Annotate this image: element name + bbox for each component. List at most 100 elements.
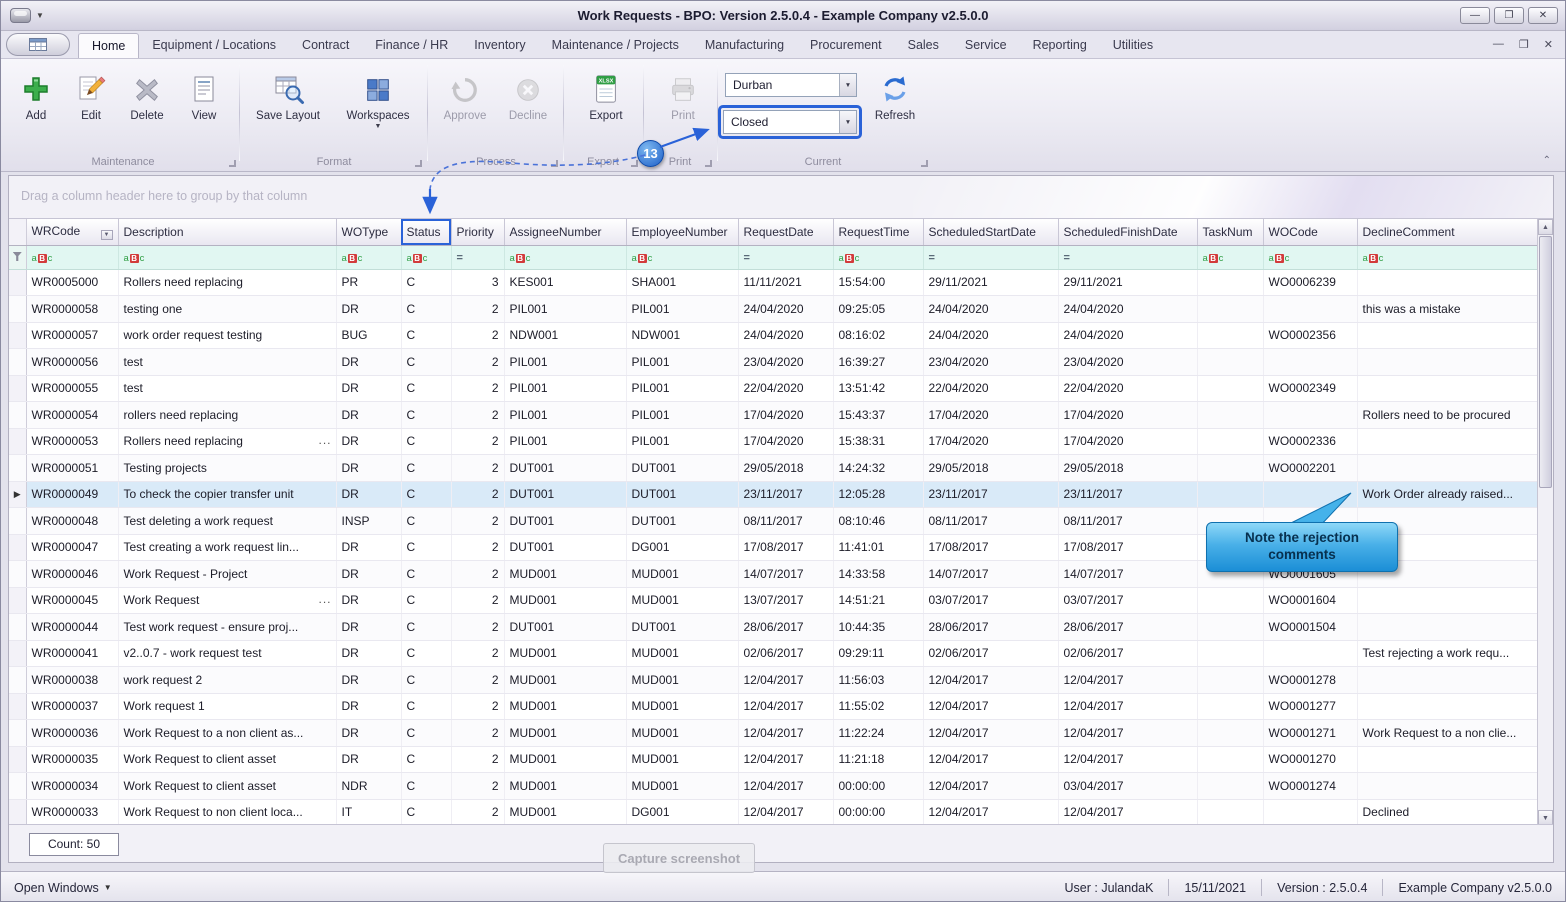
filter-cell-wotype[interactable]: aBc — [336, 245, 401, 269]
doc-close-icon[interactable]: ✕ — [1544, 38, 1553, 51]
column-header-requestdate[interactable]: RequestDate — [738, 219, 833, 245]
column-header-wocode[interactable]: WOCode — [1263, 219, 1357, 245]
column-header-wrcode[interactable]: WRCode▼ — [26, 219, 118, 245]
filter-cell-wrcode[interactable]: aBc — [26, 245, 118, 269]
group-launcher-icon[interactable] — [551, 160, 558, 167]
tab-maintenance-projects[interactable]: Maintenance / Projects — [539, 33, 692, 58]
vertical-scrollbar[interactable]: ▲ ▼ — [1537, 219, 1553, 826]
column-header-scheduledfinishdate[interactable]: ScheduledFinishDate — [1058, 219, 1197, 245]
filter-cell-wocode[interactable]: aBc — [1263, 245, 1357, 269]
column-header-scheduledstartdate[interactable]: ScheduledStartDate — [923, 219, 1058, 245]
tab-contract[interactable]: Contract — [289, 33, 362, 58]
view-button[interactable]: View — [179, 63, 229, 151]
print-button[interactable]: Print — [655, 63, 711, 151]
refresh-button[interactable]: Refresh — [867, 63, 923, 151]
tab-utilities[interactable]: Utilities — [1100, 33, 1166, 58]
open-windows-button[interactable]: Open Windows ▼ — [14, 881, 112, 895]
edit-button[interactable]: Edit — [67, 63, 115, 151]
table-row[interactable]: WR0005000Rollers need replacingPRC3KES00… — [9, 269, 1537, 296]
group-launcher-icon[interactable] — [705, 160, 712, 167]
table-row[interactable]: WR0000053Rollers need replacing...DRC2PI… — [9, 428, 1537, 455]
table-row[interactable]: WR0000035Work Request to client assetDRC… — [9, 746, 1537, 773]
approve-button[interactable]: Approve — [437, 63, 493, 151]
collapse-ribbon-icon[interactable]: ⌃ — [1543, 155, 1551, 166]
save-layout-button[interactable]: Save Layout — [249, 63, 327, 151]
filter-cell-scheduledfinishdate[interactable]: = — [1058, 245, 1197, 269]
table-row[interactable]: WR0000051Testing projectsDRC2DUT001DUT00… — [9, 455, 1537, 482]
statusbar-right: User : JulandaK15/11/2021Version : 2.5.0… — [1050, 872, 1566, 902]
filter-cell-employeenumber[interactable]: aBc — [626, 245, 738, 269]
scrollbar-thumb[interactable] — [1539, 236, 1552, 488]
filter-cell-status[interactable]: aBc — [401, 245, 451, 269]
filter-cell-description[interactable]: aBc — [118, 245, 336, 269]
group-by-band[interactable]: Drag a column header here to group by th… — [9, 176, 1553, 219]
capture-screenshot-button[interactable]: Capture screenshot — [603, 843, 755, 873]
table-row[interactable]: WR0000045Work Request...DRC2MUD001MUD001… — [9, 587, 1537, 614]
column-header-status[interactable]: Status — [401, 219, 451, 245]
table-row[interactable]: WR0000055testDRC2PIL001PIL00122/04/20201… — [9, 375, 1537, 402]
scroll-up-icon[interactable]: ▲ — [1538, 219, 1553, 235]
column-header-priority[interactable]: Priority — [451, 219, 504, 245]
group-launcher-icon[interactable] — [415, 160, 422, 167]
close-button[interactable]: ✕ — [1528, 7, 1558, 24]
memo-ellipsis[interactable]: ... — [318, 592, 331, 606]
delete-button[interactable]: Delete — [121, 63, 173, 151]
filter-cell-scheduledstartdate[interactable]: = — [923, 245, 1058, 269]
status-combobox[interactable]: Closed ▼ — [723, 110, 857, 134]
filter-cell-priority[interactable]: = — [451, 245, 504, 269]
site-combobox[interactable]: Durban ▼ — [725, 73, 857, 97]
tab-sales[interactable]: Sales — [895, 33, 952, 58]
group-launcher-icon[interactable] — [921, 160, 928, 167]
table-row[interactable]: WR0000056testDRC2PIL001PIL00123/04/20201… — [9, 349, 1537, 376]
tab-finance-hr[interactable]: Finance / HR — [362, 33, 461, 58]
export-button[interactable]: XLSX Export — [575, 63, 637, 151]
column-header-wotype[interactable]: WOType — [336, 219, 401, 245]
filter-caret-icon[interactable]: ▼ — [101, 230, 113, 240]
filter-cell-declinecomment[interactable]: aBc — [1357, 245, 1537, 269]
app-icon[interactable] — [10, 8, 31, 23]
table-row[interactable]: WR0000044Test work request - ensure proj… — [9, 614, 1537, 641]
minimize-button[interactable]: — — [1460, 7, 1490, 24]
filter-cell-assigneenumber[interactable]: aBc — [504, 245, 626, 269]
maximize-button[interactable]: ❐ — [1494, 7, 1524, 24]
group-launcher-icon[interactable] — [229, 160, 236, 167]
table-row[interactable]: WR0000054rollers need replacingDRC2PIL00… — [9, 402, 1537, 429]
doc-minimize-icon[interactable]: — — [1493, 38, 1504, 51]
tab-equipment-locations[interactable]: Equipment / Locations — [139, 33, 289, 58]
application-menu-button[interactable] — [6, 33, 70, 56]
tab-reporting[interactable]: Reporting — [1020, 33, 1100, 58]
table-row[interactable]: WR0000058testing oneDRC2PIL001PIL00124/0… — [9, 296, 1537, 323]
tab-service[interactable]: Service — [952, 33, 1020, 58]
doc-restore-icon[interactable]: ❐ — [1519, 38, 1529, 51]
filter-cell-requestdate[interactable]: = — [738, 245, 833, 269]
column-header-employeenumber[interactable]: EmployeeNumber — [626, 219, 738, 245]
tab-home[interactable]: Home — [78, 33, 139, 58]
workspaces-button[interactable]: Workspaces ▼ — [335, 63, 421, 151]
column-header-requesttime[interactable]: RequestTime — [833, 219, 923, 245]
workspaces-dropdown-icon[interactable]: ▼ — [375, 123, 382, 130]
table-row[interactable]: WR0000034Work Request to client assetNDR… — [9, 773, 1537, 800]
decline-button[interactable]: Decline — [499, 63, 557, 151]
table-row[interactable]: WR0000036Work Request to a non client as… — [9, 720, 1537, 747]
filter-cell-tasknum[interactable]: aBc — [1197, 245, 1263, 269]
filter-cell-requesttime[interactable]: aBc — [833, 245, 923, 269]
table-row[interactable]: WR0000041v2..0.7 - work request testDRC2… — [9, 640, 1537, 667]
qat-dropdown-icon[interactable]: ▼ — [36, 11, 44, 20]
status-combobox-dropdown-icon[interactable]: ▼ — [839, 111, 856, 133]
tab-procurement[interactable]: Procurement — [797, 33, 895, 58]
table-row[interactable]: WR0000037Work request 1DRC2MUD001MUD0011… — [9, 693, 1537, 720]
column-header-declinecomment[interactable]: DeclineComment — [1357, 219, 1537, 245]
quick-access-toolbar[interactable]: ▼ — [10, 8, 44, 23]
group-launcher-icon[interactable] — [631, 160, 638, 167]
site-combobox-dropdown-icon[interactable]: ▼ — [839, 74, 856, 96]
tab-inventory[interactable]: Inventory — [461, 33, 538, 58]
column-header-tasknum[interactable]: TaskNum — [1197, 219, 1263, 245]
column-header-assigneenumber[interactable]: AssigneeNumber — [504, 219, 626, 245]
column-header-description[interactable]: Description — [118, 219, 336, 245]
memo-ellipsis[interactable]: ... — [318, 433, 331, 447]
table-row[interactable]: WR0000057work order request testingBUGC2… — [9, 322, 1537, 349]
table-row[interactable]: WR0000033Work Request to non client loca… — [9, 799, 1537, 826]
add-button[interactable]: Add — [13, 63, 59, 151]
table-row[interactable]: WR0000038work request 2DRC2MUD001MUD0011… — [9, 667, 1537, 694]
tab-manufacturing[interactable]: Manufacturing — [692, 33, 797, 58]
